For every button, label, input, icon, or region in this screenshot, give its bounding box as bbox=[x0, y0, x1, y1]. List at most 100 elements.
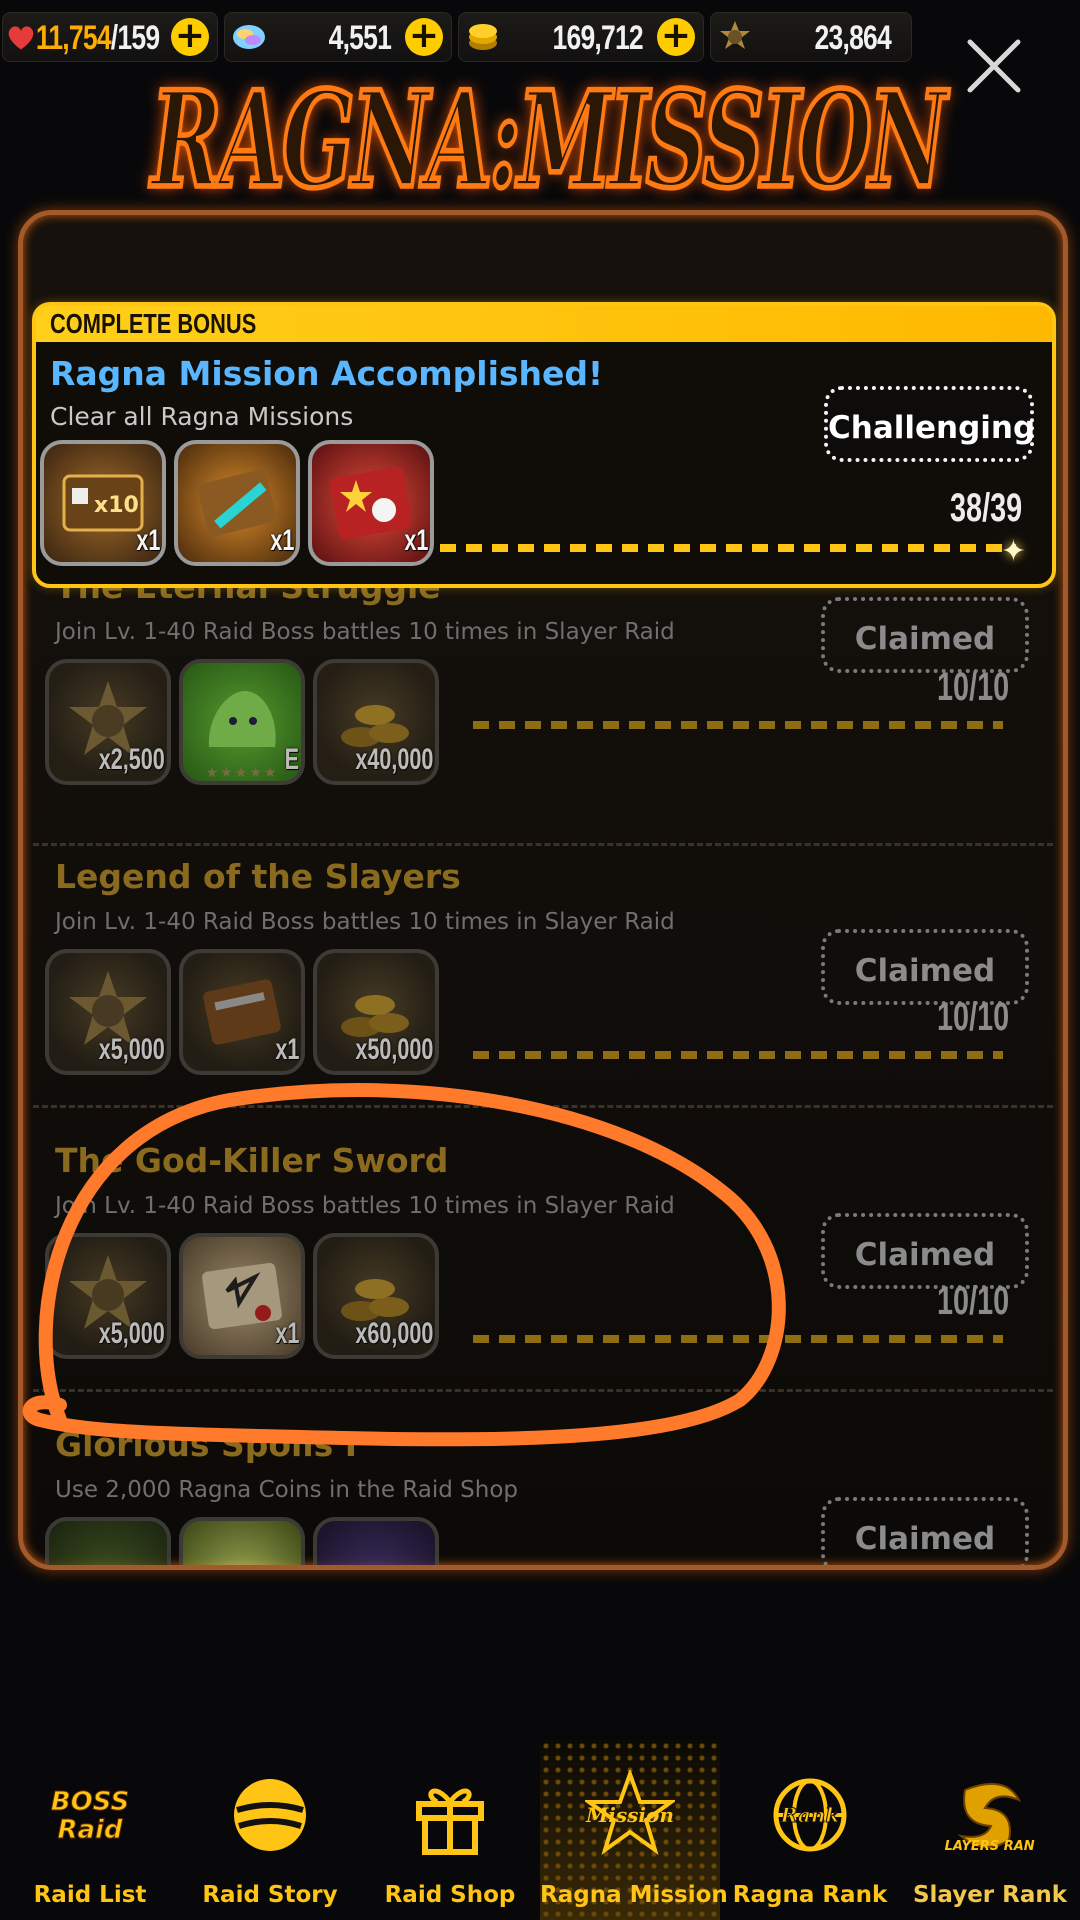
complete-bonus-band: COMPLETE BONUS bbox=[36, 306, 1052, 342]
reward-item[interactable]: x60,000 bbox=[313, 1233, 439, 1359]
reward-qty: x1 bbox=[135, 524, 160, 557]
stamina-counter: 11,754/159 + bbox=[2, 12, 218, 62]
nav-ragna-mission[interactable]: Mission Ragna Mission bbox=[540, 1740, 728, 1920]
boss-raid-icon: BOSS Raid bbox=[50, 1787, 129, 1846]
weapon-ticket-icon bbox=[197, 469, 277, 537]
reward-qty: x50,000 bbox=[354, 1033, 433, 1066]
reward-item[interactable]: x50,000 bbox=[313, 949, 439, 1075]
nav-slayer-rank[interactable]: SLAYERS RANK Slayer Rank bbox=[900, 1740, 1080, 1920]
mission-description: Join Lv. 1-40 Raid Boss battles 10 times… bbox=[55, 619, 675, 645]
nav-raid-list[interactable]: BOSS Raid Raid List bbox=[0, 1740, 180, 1920]
rank-globe-icon: Rank bbox=[773, 1778, 847, 1852]
ragna-coin-counter: 23,864 bbox=[710, 12, 912, 62]
mission-title: Legend of the Slayers bbox=[55, 857, 461, 896]
nav-label: Raid Shop bbox=[384, 1882, 516, 1908]
page-title: RAGNA:MISSION bbox=[149, 59, 948, 220]
gift-icon bbox=[416, 1788, 484, 1855]
challenging-button[interactable]: Challenging bbox=[824, 386, 1035, 462]
ragna-coin-icon bbox=[720, 21, 750, 49]
reward-item[interactable]: x5,000 bbox=[45, 1233, 171, 1359]
complete-bonus-label: COMPLETE BONUS bbox=[50, 308, 257, 339]
reward-item[interactable]: x5,000 bbox=[45, 949, 171, 1075]
five-star-ticket-icon bbox=[330, 466, 412, 540]
gacha-ticket-x10-icon: x10 bbox=[62, 474, 144, 532]
gold-coin-icon bbox=[469, 24, 497, 50]
add-stamina-button[interactable]: + bbox=[171, 18, 209, 56]
reward-item[interactable]: x2,500 bbox=[45, 659, 171, 785]
bonus-description: Clear all Ragna Missions bbox=[50, 402, 354, 431]
svg-text:SLAYERS RANK: SLAYERS RANK bbox=[945, 1839, 1035, 1854]
mission-row: Glorious Spoils I Use 2,000 Ragna Coins … bbox=[33, 1397, 1053, 1565]
reward-qty: x1 bbox=[269, 524, 294, 557]
gold-counter: 169,712 + bbox=[458, 12, 704, 62]
add-gems-button[interactable]: + bbox=[405, 18, 443, 56]
nav-ragna-rank[interactable]: Rank Ragna Rank bbox=[720, 1740, 900, 1920]
raid-story-icon bbox=[234, 1779, 306, 1851]
svg-text:Mission: Mission bbox=[585, 1803, 674, 1827]
mission-title: Glorious Spoils I bbox=[55, 1425, 358, 1464]
progress-bar bbox=[473, 1051, 1003, 1059]
reward-qty: x1 bbox=[274, 1317, 299, 1350]
reward-qty: x40,000 bbox=[354, 743, 433, 776]
mission-progress: 10/10 bbox=[936, 995, 1009, 1039]
reward-item[interactable] bbox=[179, 1517, 305, 1565]
reward-item[interactable]: x40,000 bbox=[313, 659, 439, 785]
weapon-ticket-icon bbox=[203, 979, 281, 1045]
claimed-button[interactable]: Claimed bbox=[821, 1213, 1029, 1289]
claimed-button[interactable]: Claimed bbox=[821, 929, 1029, 1005]
mission-row: Legend of the Slayers Join Lv. 1-40 Raid… bbox=[33, 829, 1053, 1108]
mission-star-icon: Mission bbox=[585, 1770, 675, 1856]
stamina-value: 11,754 bbox=[35, 19, 112, 57]
reward-item[interactable]: x1 bbox=[308, 440, 434, 566]
reward-qty: x2,500 bbox=[98, 743, 165, 776]
bonus-title: Ragna Mission Accomplished! bbox=[50, 354, 604, 393]
nav-label: Raid List bbox=[33, 1882, 147, 1908]
reward-qty: x60,000 bbox=[354, 1317, 433, 1350]
goal-ticket-icon bbox=[202, 1262, 282, 1330]
mission-title: The God-Killer Sword bbox=[55, 1141, 449, 1180]
claimed-button[interactable]: Claimed bbox=[821, 597, 1029, 673]
svg-text:BOSS: BOSS bbox=[51, 1787, 129, 1817]
reward-item[interactable]: x1 bbox=[179, 949, 305, 1075]
gem-counter: 4,551 + bbox=[224, 12, 452, 62]
slayers-rank-icon: SLAYERS RANK bbox=[945, 1783, 1035, 1854]
nav-label: Raid Story bbox=[202, 1882, 338, 1908]
reward-qty: x1 bbox=[403, 524, 428, 557]
reward-item[interactable]: x10 x1 bbox=[40, 440, 166, 566]
bottom-nav: BOSS Raid Raid List Raid Story Raid Shop… bbox=[0, 1740, 1080, 1920]
progress-bar bbox=[473, 1335, 1003, 1343]
mission-row: The God-Killer Sword Join Lv. 1-40 Raid … bbox=[33, 1113, 1053, 1392]
reward-qty: x5,000 bbox=[98, 1033, 165, 1066]
nav-label: Ragna Mission bbox=[540, 1882, 728, 1908]
bonus-progress: 38/39 bbox=[949, 486, 1022, 530]
nav-label: Slayer Rank bbox=[912, 1882, 1068, 1908]
sparkle-icon: ✦ bbox=[1000, 534, 1026, 569]
rainbow-gem-icon bbox=[233, 25, 265, 49]
reward-item[interactable]: x1 bbox=[174, 440, 300, 566]
add-gold-button[interactable]: + bbox=[657, 18, 695, 56]
reward-item[interactable]: E ★★★★★ bbox=[179, 659, 305, 785]
nav-raid-shop[interactable]: Raid Shop bbox=[360, 1740, 540, 1920]
svg-text:x10: x10 bbox=[94, 493, 139, 518]
svg-text:Raid: Raid bbox=[57, 1815, 122, 1845]
close-icon[interactable] bbox=[962, 34, 1026, 98]
reward-item[interactable] bbox=[45, 1517, 171, 1565]
nav-label: Ragna Rank bbox=[732, 1882, 888, 1908]
gold-value: 169,712 bbox=[552, 19, 644, 57]
mission-description: Use 2,000 Ragna Coins in the Raid Shop bbox=[55, 1477, 519, 1503]
reward-qty: x1 bbox=[274, 1033, 299, 1066]
reward-item[interactable]: x1 bbox=[179, 1233, 305, 1359]
progress-bar bbox=[473, 721, 1003, 729]
claimed-button[interactable]: Claimed bbox=[821, 1497, 1029, 1565]
heart-icon bbox=[8, 26, 34, 50]
mission-progress: 10/10 bbox=[936, 1279, 1009, 1323]
ragna-coin-value: 23,864 bbox=[814, 19, 892, 57]
green-slime-icon bbox=[208, 691, 276, 747]
nav-raid-story[interactable]: Raid Story bbox=[180, 1740, 360, 1920]
mission-progress: 10/10 bbox=[936, 665, 1009, 709]
mission-description: Join Lv. 1-40 Raid Boss battles 10 times… bbox=[55, 1193, 675, 1219]
mission-row: The Eternal Struggle Join Lv. 1-40 Raid … bbox=[33, 567, 1053, 846]
reward-item[interactable] bbox=[313, 1517, 439, 1565]
mission-description: Join Lv. 1-40 Raid Boss battles 10 times… bbox=[55, 909, 675, 935]
reward-qty: x5,000 bbox=[98, 1317, 165, 1350]
